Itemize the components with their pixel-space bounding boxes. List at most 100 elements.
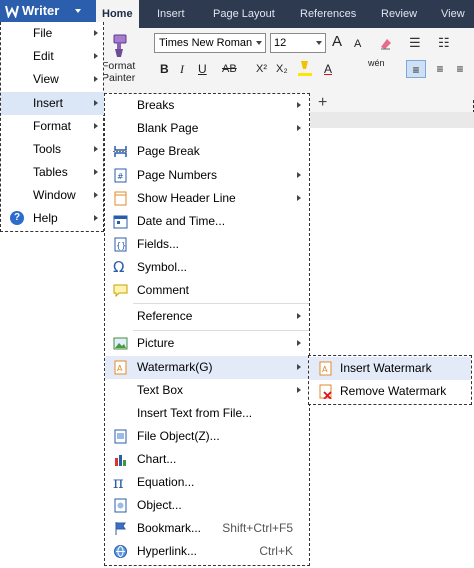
- menu-item-watermark[interactable]: A Watermark(G): [105, 356, 309, 379]
- chevron-right-icon: [297, 364, 301, 370]
- svg-text:{}: {}: [116, 241, 126, 250]
- help-icon: ?: [10, 211, 24, 225]
- ribbon-tab-bar: Home Insert Page Layout References Revie…: [96, 0, 474, 28]
- menu-separator: [133, 303, 309, 304]
- menu-item-blank-page[interactable]: Blank Page: [105, 117, 309, 140]
- menu-item-insert[interactable]: Insert: [1, 92, 105, 115]
- chevron-right-icon: [94, 30, 98, 36]
- menu-item-help[interactable]: ? Help: [1, 207, 105, 230]
- menu-item-bookmark[interactable]: Bookmark... Shift+Ctrl+F5: [105, 517, 309, 540]
- menu-item-file[interactable]: File: [1, 22, 105, 45]
- chevron-right-icon: [94, 192, 98, 198]
- menu-item-view[interactable]: View: [1, 68, 105, 91]
- menu-item-chart[interactable]: Chart...: [105, 448, 309, 471]
- menu-item-window[interactable]: Window: [1, 184, 105, 207]
- menu-item-page-numbers[interactable]: # Page Numbers: [105, 164, 309, 187]
- menu-item-hyperlink[interactable]: Hyperlink... Ctrl+K: [105, 540, 309, 563]
- menu-item-breaks[interactable]: Breaks: [105, 94, 309, 117]
- menu-item-remove-watermark[interactable]: Remove Watermark: [309, 380, 471, 403]
- main-menu: File Edit View Insert Format Tools Table…: [0, 22, 105, 232]
- insert-submenu: Breaks Blank Page Page Break # Page Numb…: [104, 93, 310, 566]
- tab-view[interactable]: View: [441, 0, 465, 28]
- subscript-button[interactable]: X₂: [276, 60, 288, 78]
- superscript-button[interactable]: X²: [256, 60, 267, 78]
- numbering-icon[interactable]: ☷: [438, 35, 450, 51]
- header-line-icon: [114, 191, 127, 206]
- bookmark-icon: [115, 522, 126, 535]
- chevron-right-icon: [297, 195, 301, 201]
- menu-item-fields[interactable]: {} Fields...: [105, 233, 309, 256]
- remove-watermark-icon: [319, 384, 332, 399]
- highlighter-icon[interactable]: [296, 58, 314, 78]
- menu-item-reference[interactable]: Reference: [105, 305, 309, 328]
- clear-format-icon[interactable]: [378, 35, 394, 51]
- tab-review[interactable]: Review: [381, 0, 417, 28]
- shrink-font-button[interactable]: A: [354, 35, 361, 53]
- chevron-right-icon: [297, 387, 301, 393]
- new-tab-button[interactable]: +: [318, 94, 327, 112]
- insert-watermark-icon: A: [319, 361, 332, 376]
- shortcut-text: Shift+Ctrl+F5: [222, 521, 293, 535]
- chevron-right-icon: [297, 102, 301, 108]
- pi-icon: π: [113, 473, 124, 492]
- font-name-select[interactable]: Times New Roman: [154, 33, 266, 53]
- strikethrough-button[interactable]: AB: [222, 60, 237, 78]
- menu-item-page-break[interactable]: Page Break: [105, 140, 309, 163]
- shortcut-text: Ctrl+K: [259, 544, 293, 558]
- watermark-submenu: A Insert Watermark Remove Watermark: [308, 355, 472, 405]
- chevron-down-icon: [75, 9, 81, 13]
- align-center-icon[interactable]: ≡: [432, 60, 448, 78]
- phonetic-guide-button[interactable]: wén: [368, 58, 385, 76]
- menu-item-insert-text-from-file[interactable]: Insert Text from File...: [105, 402, 309, 425]
- hyperlink-icon: [114, 545, 127, 558]
- menu-item-text-box[interactable]: Text Box: [105, 379, 309, 402]
- page-numbers-icon: #: [114, 168, 127, 183]
- menu-item-show-header-line[interactable]: Show Header Line: [105, 187, 309, 210]
- chevron-right-icon: [94, 76, 98, 82]
- svg-text:A: A: [322, 365, 328, 374]
- menu-item-tools[interactable]: Tools: [1, 138, 105, 161]
- chevron-right-icon: [297, 172, 301, 178]
- menu-item-comment[interactable]: Comment: [105, 279, 309, 302]
- page-break-icon: [113, 146, 128, 157]
- calendar-icon: [113, 215, 128, 229]
- tab-insert[interactable]: Insert: [157, 0, 185, 28]
- paintbrush-icon: [113, 34, 127, 57]
- fields-icon: {}: [114, 237, 127, 252]
- font-size-select[interactable]: 12: [270, 33, 326, 53]
- chevron-right-icon: [297, 313, 301, 319]
- font-color-button[interactable]: A: [324, 60, 332, 78]
- chevron-down-icon: [256, 41, 262, 45]
- chevron-right-icon: [297, 340, 301, 346]
- file-object-icon: [114, 429, 127, 444]
- tab-page-layout[interactable]: Page Layout: [213, 0, 275, 28]
- tab-references[interactable]: References: [300, 0, 356, 28]
- menu-item-format[interactable]: Format: [1, 115, 105, 138]
- chevron-right-icon: [297, 125, 301, 131]
- menu-item-picture[interactable]: Picture: [105, 332, 309, 355]
- grow-font-button[interactable]: A: [332, 33, 342, 51]
- svg-text:#: #: [117, 172, 124, 181]
- menu-separator: [133, 330, 309, 331]
- align-left-icon[interactable]: ≡: [406, 60, 426, 78]
- menu-item-edit[interactable]: Edit: [1, 45, 105, 68]
- underline-button[interactable]: U: [198, 60, 207, 78]
- menu-item-insert-watermark[interactable]: A Insert Watermark: [309, 357, 471, 380]
- app-title: Writer: [22, 3, 60, 18]
- menu-item-tables[interactable]: Tables: [1, 161, 105, 184]
- writer-menu-button[interactable]: Writer: [0, 0, 96, 22]
- bold-button[interactable]: B: [160, 60, 169, 78]
- chevron-right-icon: [94, 215, 98, 221]
- menu-item-date-and-time[interactable]: Date and Time...: [105, 210, 309, 233]
- align-right-icon[interactable]: ≡: [452, 60, 468, 78]
- chevron-right-icon: [94, 100, 98, 106]
- italic-button[interactable]: I: [180, 60, 184, 78]
- chevron-right-icon: [94, 146, 98, 152]
- menu-item-symbol[interactable]: Ω Symbol...: [105, 256, 309, 279]
- chevron-right-icon: [94, 53, 98, 59]
- svg-text:A: A: [117, 364, 123, 373]
- menu-item-object[interactable]: Object...: [105, 494, 309, 517]
- menu-item-equation[interactable]: π Equation...: [105, 471, 309, 494]
- menu-item-file-object[interactable]: File Object(Z)...: [105, 425, 309, 448]
- bullets-icon[interactable]: ☰: [409, 35, 421, 51]
